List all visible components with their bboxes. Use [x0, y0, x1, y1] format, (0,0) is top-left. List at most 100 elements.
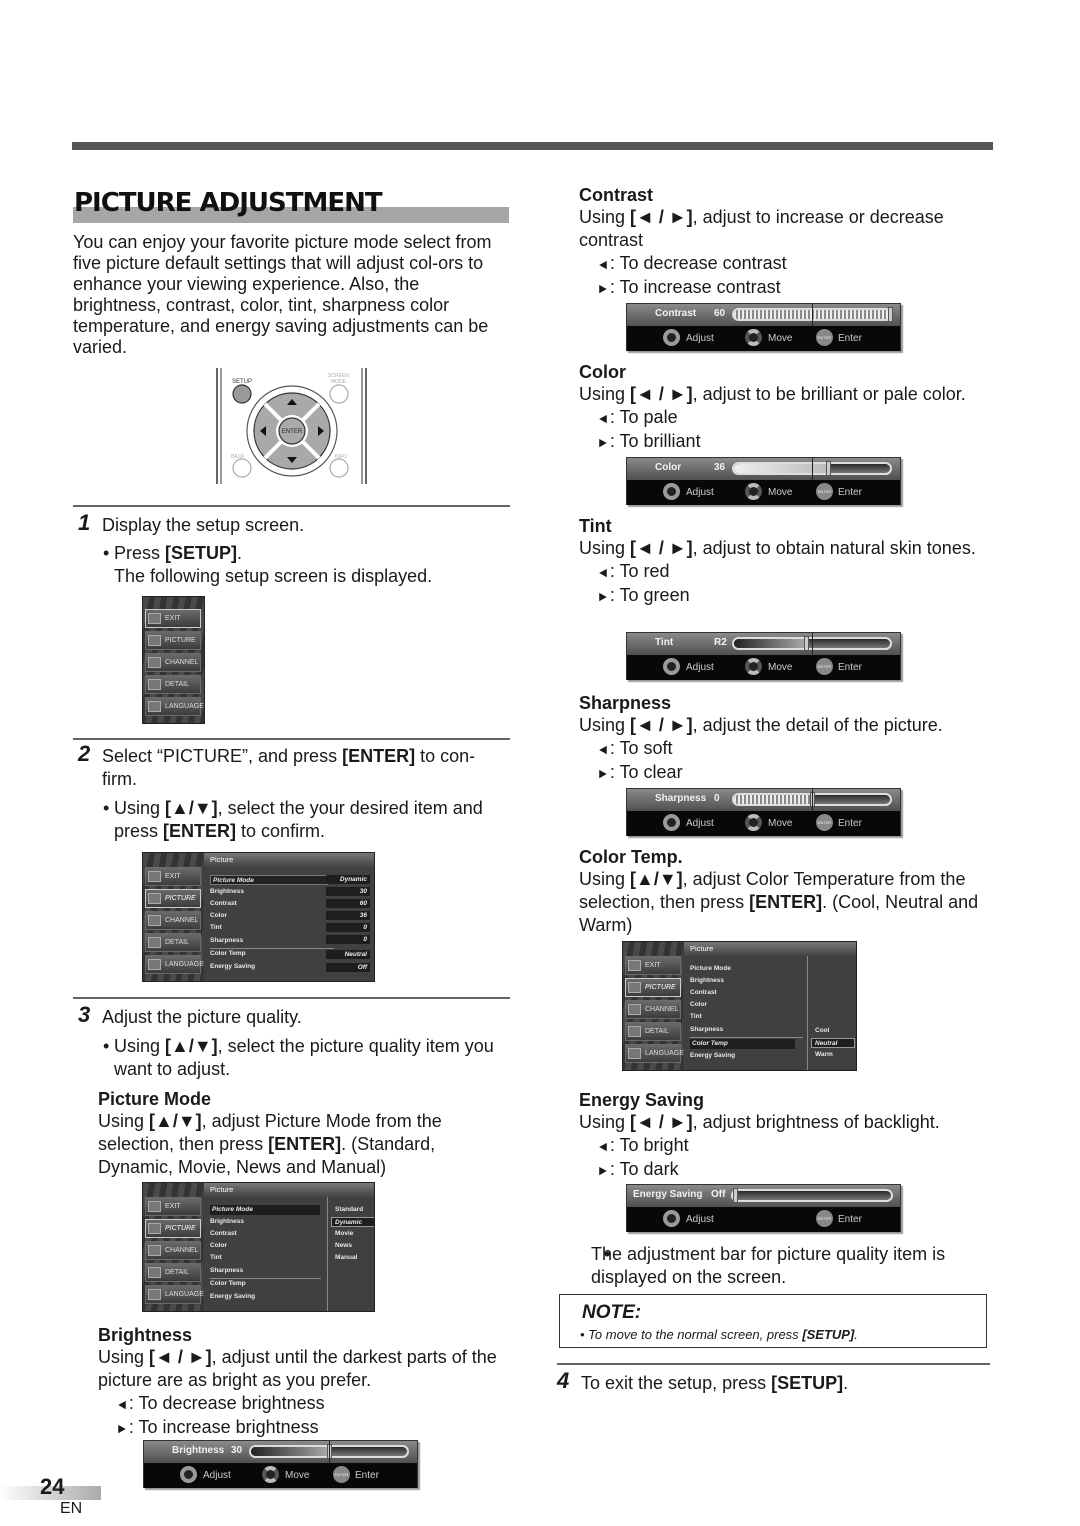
osd-row-color-temp[interactable]: Color Temp — [210, 1279, 246, 1289]
osd-row-color[interactable]: Color — [210, 911, 227, 921]
osd-value: Neutral — [326, 950, 370, 959]
osd-row-contrast[interactable]: Contrast — [690, 988, 717, 998]
section-energy-saving: Energy Saving Using [◄ / ►], adjust brig… — [579, 1089, 989, 1182]
osd-option-selected[interactable]: Neutral — [811, 1038, 855, 1048]
osd-menu-detail[interactable]: DETAIL — [145, 675, 201, 694]
osd-row-picture-mode[interactable]: Picture Mode — [210, 1205, 320, 1215]
title-block: PICTURE ADJUSTMENT — [73, 188, 510, 224]
osd-option[interactable]: Standard — [332, 1205, 363, 1215]
adjust-icon — [663, 658, 680, 675]
left-column: PICTURE ADJUSTMENT You can enjoy your fa… — [73, 188, 510, 358]
osd-row-brightness[interactable]: Brightness — [210, 887, 244, 897]
osd-menu-channel[interactable]: CHANNEL — [145, 1241, 201, 1260]
step-1: 1 Display the setup screen. Press [SETUP… — [78, 511, 508, 588]
osd-menu-language[interactable]: LANGUAGE — [145, 697, 204, 716]
language-icon — [148, 1289, 161, 1300]
osd-menu-picture[interactable]: PICTURE — [145, 1219, 201, 1238]
osd-picture-menu: EXIT PICTURE CHANNEL DETAIL LANGUAGE Pic… — [142, 852, 375, 982]
bar-value: 36 — [714, 462, 726, 473]
section-picture-mode: Picture Mode Using [▲/▼], adjust Picture… — [98, 1088, 508, 1179]
exit-icon — [148, 1201, 161, 1212]
osd-menu-picture[interactable]: PICTURE — [145, 631, 201, 650]
bar-label: Contrast — [655, 308, 697, 319]
osd-menu-channel[interactable]: CHANNEL — [145, 911, 201, 930]
osd-row-sharpness[interactable]: Sharpness — [210, 936, 243, 946]
page-number: 24 — [40, 1474, 65, 1499]
osd-menu-exit[interactable]: EXIT — [625, 956, 681, 975]
left-arrow-hint: ◄: To decrease brightness — [98, 1392, 508, 1416]
osd-row-picture-mode[interactable]: Picture Mode — [210, 875, 328, 885]
right-triangle-icon: ► — [596, 1162, 610, 1178]
osd-option[interactable]: Cool — [812, 1026, 829, 1036]
osd-menu-exit[interactable]: EXIT — [145, 867, 201, 886]
slider-knob[interactable] — [888, 307, 893, 322]
osd-option[interactable]: Warm — [812, 1050, 833, 1060]
osd-option[interactable]: Manual — [332, 1253, 357, 1263]
osd-row-contrast[interactable]: Contrast — [210, 899, 237, 909]
osd-row-brightness[interactable]: Brightness — [210, 1217, 244, 1227]
step-text: Display the setup screen. — [102, 515, 305, 535]
osd-menu-picture[interactable]: PICTURE — [145, 889, 201, 908]
channel-icon — [148, 1245, 161, 1256]
enter-hint: Enter — [838, 1214, 862, 1225]
osd-row-energy-saving[interactable]: Energy Saving — [210, 1292, 255, 1302]
osd-menu-channel[interactable]: CHANNEL — [625, 1000, 681, 1019]
adjustment-bar-contrast: Contrast 60 Adjust Move ENTER Enter — [626, 303, 901, 351]
osd-menu-detail[interactable]: DETAIL — [145, 933, 201, 952]
osd-menu-picture[interactable]: PICTURE — [625, 978, 681, 997]
osd-menu-exit[interactable]: EXIT — [145, 1197, 201, 1216]
osd-option[interactable]: News — [332, 1241, 352, 1251]
osd-row-tint[interactable]: Tint — [690, 1012, 702, 1022]
osd-row-color-temp[interactable]: Color Temp — [210, 949, 246, 959]
left-triangle-icon: ◄ — [596, 256, 610, 272]
osd-row-energy-saving[interactable]: Energy Saving — [210, 962, 255, 972]
osd-menu-exit[interactable]: EXIT — [145, 609, 201, 628]
picture-icon — [628, 982, 641, 993]
osd-menu-language[interactable]: LANGUAGE — [625, 1044, 684, 1063]
osd-menu-language[interactable]: LANGUAGE — [145, 1285, 204, 1304]
level-slider[interactable] — [731, 1188, 893, 1203]
move-icon — [262, 1466, 279, 1483]
step-3: 3 Adjust the picture quality. Using [▲/▼… — [78, 1003, 508, 1081]
enter-icon: ENTER — [816, 658, 833, 675]
step-text: To exit the setup, press [SETUP]. — [581, 1373, 849, 1393]
back-button — [232, 458, 252, 478]
adjust-hint: Adjust — [686, 487, 714, 498]
adjust-hint: Adjust — [686, 333, 714, 344]
adjustment-bar-color: Color 36 Adjust Move ENTER Enter — [626, 457, 901, 505]
osd-row-color[interactable]: Color — [690, 1000, 707, 1010]
osd-row-tint[interactable]: Tint — [210, 1253, 222, 1263]
step-text: Select “PICTURE”, and press [ENTER] to c… — [102, 746, 476, 789]
right-triangle-icon: ► — [596, 434, 610, 450]
osd-menu-detail[interactable]: DETAIL — [145, 1263, 201, 1282]
step-bullet: Using [▲/▼], select the your desired ite… — [78, 797, 508, 843]
language-icon — [628, 1048, 641, 1059]
setup-label: SETUP — [232, 379, 252, 385]
osd-row-sharpness[interactable]: Sharpness — [690, 1025, 723, 1035]
section-title: Color Temp. — [579, 847, 683, 867]
section-title: Contrast — [579, 185, 654, 205]
move-hint: Move — [768, 333, 793, 344]
slider-fill — [734, 639, 806, 648]
slider-knob[interactable] — [803, 636, 809, 651]
enter-icon: ENTER — [816, 483, 833, 500]
osd-row-sharpness[interactable]: Sharpness — [210, 1266, 243, 1276]
osd-row-color-temp[interactable]: Color Temp — [690, 1039, 795, 1049]
osd-row-contrast[interactable]: Contrast — [210, 1229, 237, 1239]
osd-row-picture-mode[interactable]: Picture Mode — [690, 964, 731, 974]
slider-knob[interactable] — [733, 1188, 738, 1203]
osd-menu-channel[interactable]: CHANNEL — [145, 653, 201, 672]
osd-option[interactable]: Movie — [332, 1229, 353, 1239]
adjust-icon — [663, 1210, 680, 1227]
osd-menu-language[interactable]: LANGUAGE — [145, 955, 204, 974]
osd-option-selected[interactable]: Dynamic — [331, 1217, 374, 1227]
right-arrow-hint: ►: To clear — [579, 761, 989, 785]
osd-row-brightness[interactable]: Brightness — [690, 976, 724, 986]
osd-value: Dynamic — [326, 875, 370, 884]
osd-row-energy-saving[interactable]: Energy Saving — [690, 1051, 735, 1061]
slider-knob[interactable] — [825, 461, 831, 476]
osd-row-tint[interactable]: Tint — [210, 923, 222, 933]
osd-row-color[interactable]: Color — [210, 1241, 227, 1251]
osd-menu-detail[interactable]: DETAIL — [625, 1022, 681, 1041]
osd-picture-mode-menu: EXIT PICTURE CHANNEL DETAIL LANGUAGE Pic… — [142, 1182, 375, 1312]
